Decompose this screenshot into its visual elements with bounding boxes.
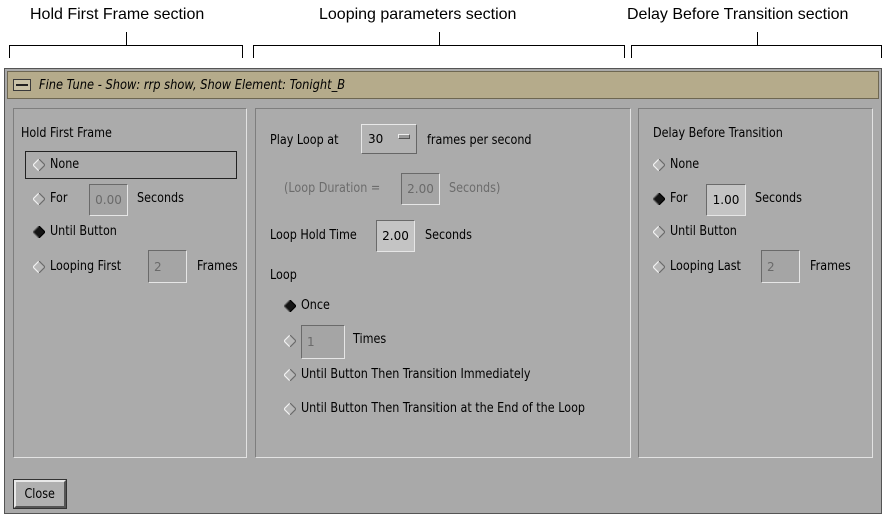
loop-hold-time-unit: Seconds xyxy=(425,228,472,243)
delay-before-transition-panel: Delay Before Transition None For 1.00 Se… xyxy=(638,108,873,458)
radio-diamond-icon xyxy=(284,369,296,381)
loop-once-label[interactable]: Once xyxy=(301,298,330,313)
delay-section-bracket xyxy=(631,32,882,58)
loop-heading: Loop xyxy=(270,268,297,283)
delay-for-seconds-field[interactable]: 1.00 xyxy=(706,184,746,216)
delay-section-callout: Delay Before Transition section xyxy=(627,6,849,23)
delay-until-radio[interactable] xyxy=(653,226,665,238)
radio-diamond-icon xyxy=(33,159,45,171)
delay-until-label[interactable]: Until Button xyxy=(670,224,737,239)
delay-for-unit: Seconds xyxy=(755,191,802,206)
hold-for-seconds-field[interactable]: 0.00 xyxy=(89,184,128,216)
delay-none-label[interactable]: None xyxy=(670,157,699,172)
delay-for-radio[interactable] xyxy=(653,193,665,205)
hold-none-radio[interactable] xyxy=(33,159,45,171)
radio-diamond-icon xyxy=(653,159,665,171)
loop-duration-unit: Seconds) xyxy=(449,181,501,196)
fps-option-menu[interactable]: 30 xyxy=(361,124,417,154)
delay-looping-label[interactable]: Looping Last xyxy=(670,259,741,274)
delay-looping-unit: Frames xyxy=(810,259,851,274)
radio-diamond-selected-icon xyxy=(33,226,45,238)
loop-times-radio[interactable] xyxy=(284,335,296,347)
delay-heading: Delay Before Transition xyxy=(653,126,783,141)
hold-heading: Hold First Frame xyxy=(21,126,112,141)
loop-hold-time-field[interactable]: 2.00 xyxy=(376,220,415,252)
delay-for-label[interactable]: For xyxy=(670,191,687,206)
loop-duration-label: (Loop Duration = xyxy=(284,181,381,196)
radio-diamond-icon xyxy=(33,193,45,205)
fine-tune-window: Fine Tune - Show: rrp show, Show Element… xyxy=(4,68,882,514)
radio-diamond-icon xyxy=(284,335,296,347)
hold-section-callout: Hold First Frame section xyxy=(30,6,205,23)
window-title: Fine Tune - Show: rrp show, Show Element… xyxy=(39,77,346,93)
hold-until-radio[interactable] xyxy=(33,226,45,238)
fps-unit: frames per second xyxy=(427,133,532,148)
close-button[interactable]: Close xyxy=(13,479,67,509)
play-loop-label: Play Loop at xyxy=(270,133,339,148)
hold-until-label[interactable]: Until Button xyxy=(50,224,117,239)
hold-looping-frames-field[interactable]: 2 xyxy=(148,250,187,283)
hold-for-radio[interactable] xyxy=(33,193,45,205)
hold-for-unit: Seconds xyxy=(137,191,184,206)
hold-section-bracket xyxy=(9,32,243,58)
loop-until-immediate-label[interactable]: Until Button Then Transition Immediately xyxy=(301,367,530,382)
hold-for-label[interactable]: For xyxy=(50,191,67,206)
radio-diamond-icon xyxy=(284,403,296,415)
hold-looping-radio[interactable] xyxy=(33,261,45,273)
loop-times-label[interactable]: Times xyxy=(353,332,386,347)
hold-looping-unit: Frames xyxy=(197,259,238,274)
option-menu-indicator-icon xyxy=(398,134,410,139)
title-bar[interactable]: Fine Tune - Show: rrp show, Show Element… xyxy=(7,71,879,99)
loop-until-end-label[interactable]: Until Button Then Transition at the End … xyxy=(301,401,585,416)
loop-times-field[interactable]: 1 xyxy=(301,325,345,359)
radio-diamond-icon xyxy=(653,261,665,273)
looping-parameters-panel: Play Loop at 30 frames per second (Loop … xyxy=(255,108,631,458)
loop-once-radio[interactable] xyxy=(284,300,296,312)
delay-looping-frames-field[interactable]: 2 xyxy=(761,250,800,283)
window-menu-icon[interactable] xyxy=(13,79,31,91)
hold-looping-label[interactable]: Looping First xyxy=(50,259,121,274)
loop-hold-time-label: Loop Hold Time xyxy=(270,228,357,243)
delay-none-radio[interactable] xyxy=(653,159,665,171)
loop-until-immediate-radio[interactable] xyxy=(284,369,296,381)
hold-none-label[interactable]: None xyxy=(50,157,79,172)
close-button-label: Close xyxy=(24,486,56,502)
loop-until-end-radio[interactable] xyxy=(284,403,296,415)
radio-diamond-icon xyxy=(33,261,45,273)
radio-diamond-icon xyxy=(653,226,665,238)
radio-diamond-selected-icon xyxy=(284,300,296,312)
looping-section-bracket xyxy=(253,32,625,58)
hold-first-frame-panel: Hold First Frame None For 0.00 Seconds U… xyxy=(13,108,247,458)
fps-value: 30 xyxy=(368,132,384,146)
loop-duration-field: 2.00 xyxy=(401,173,440,205)
radio-diamond-selected-icon xyxy=(653,193,665,205)
looping-section-callout: Looping parameters section xyxy=(319,6,517,23)
delay-looping-radio[interactable] xyxy=(653,261,665,273)
